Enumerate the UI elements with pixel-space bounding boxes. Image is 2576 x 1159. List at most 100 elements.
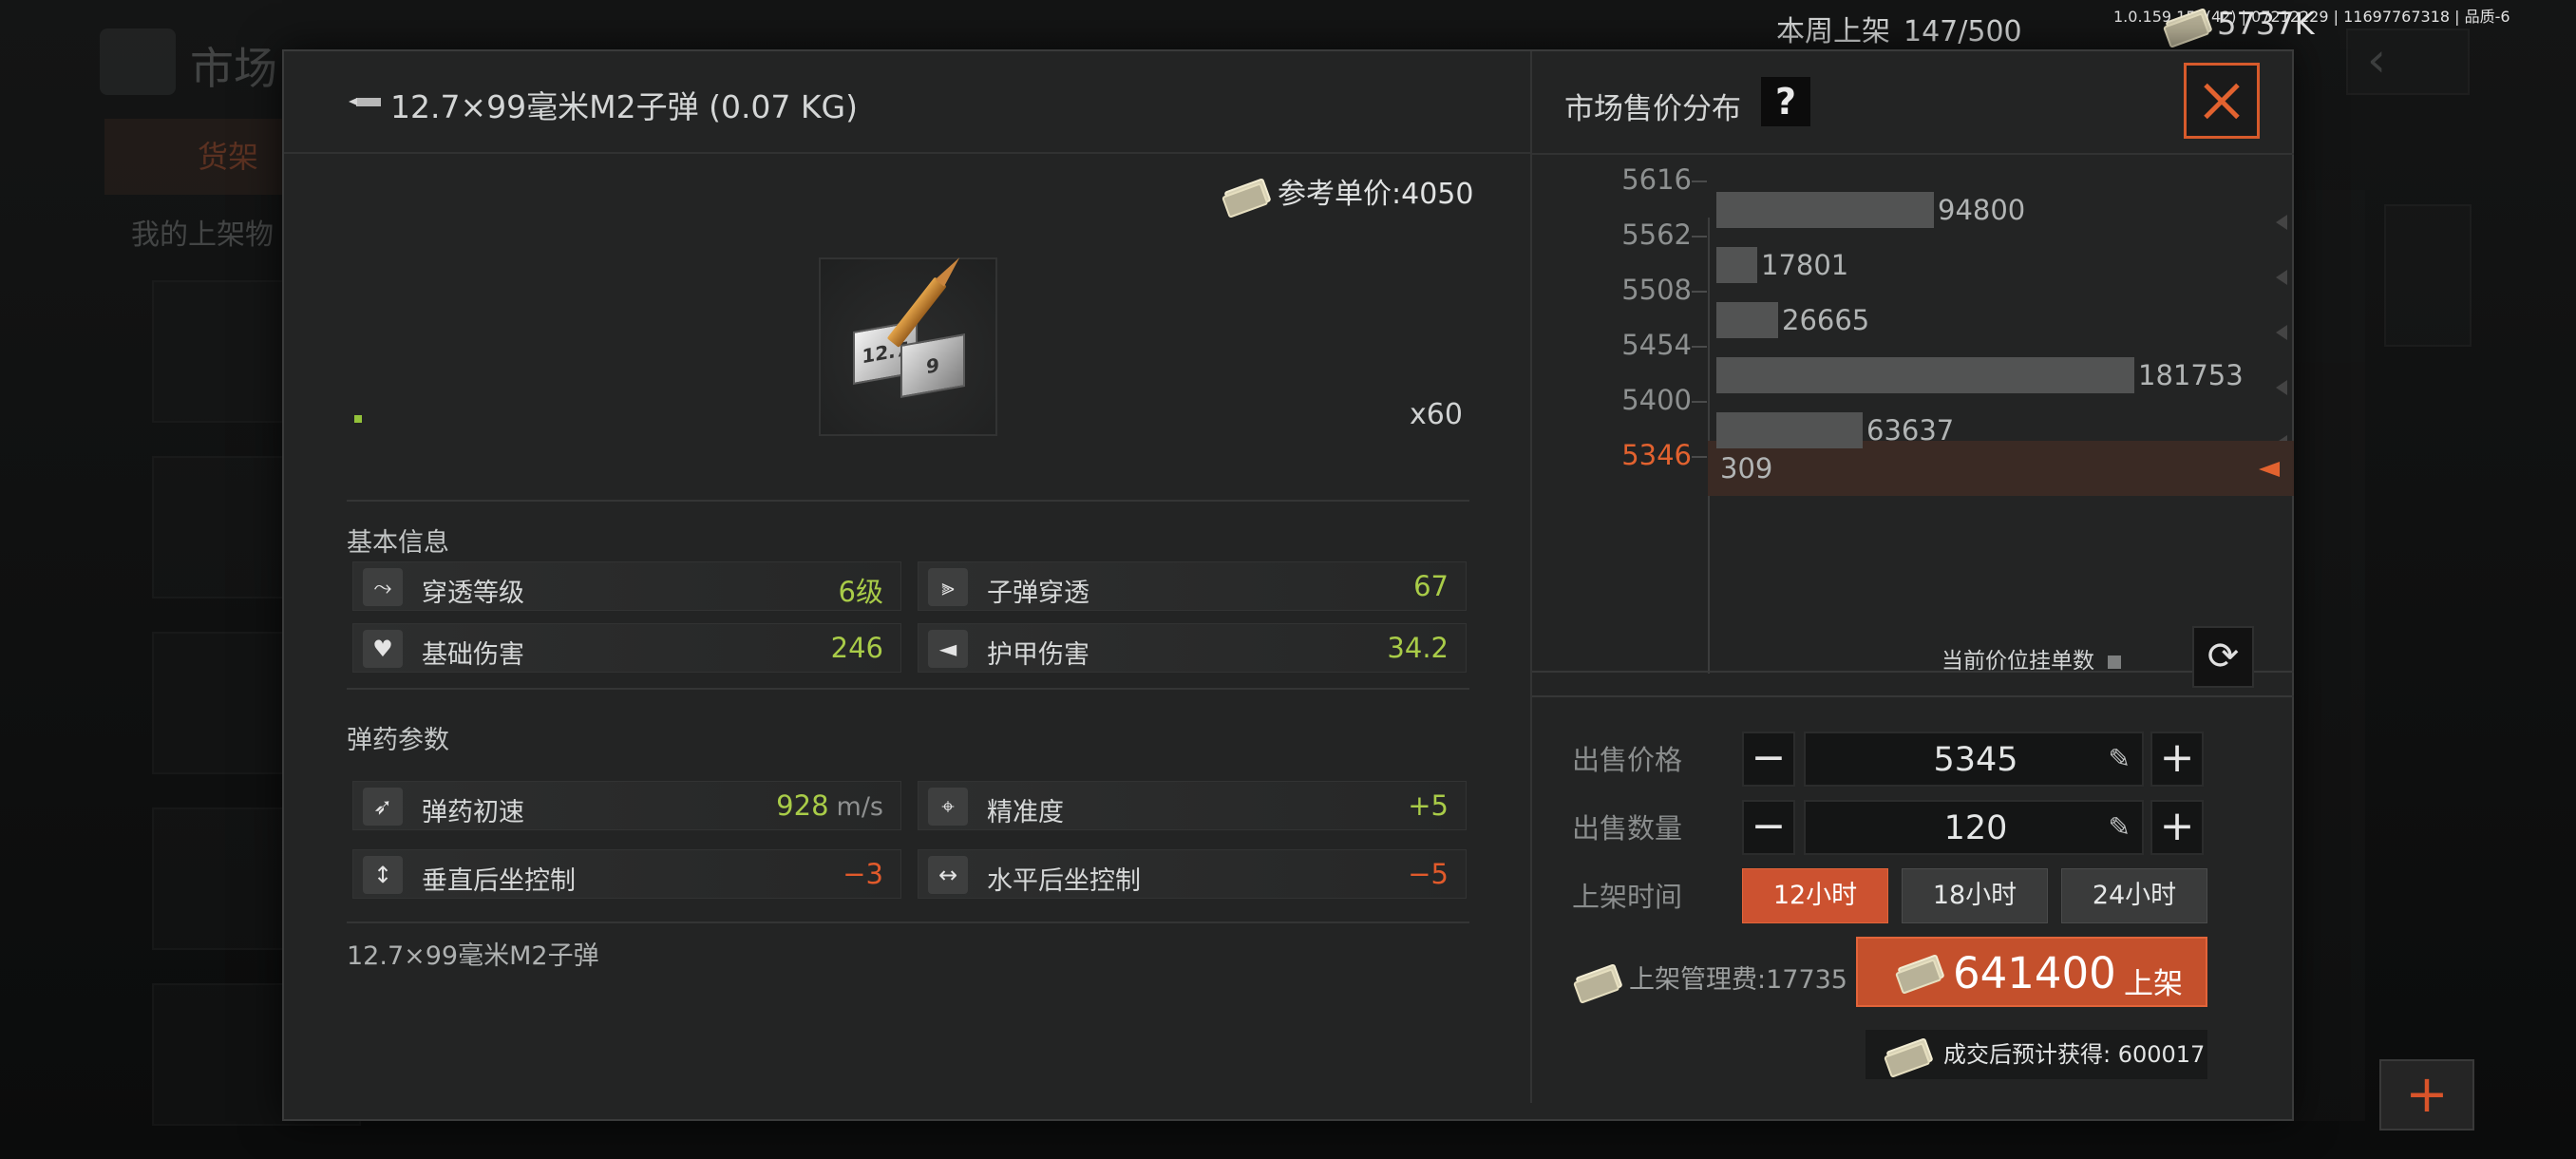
my-listings-label: 我的上架物 <box>131 218 274 252</box>
item-image: 12.7 9 <box>819 254 997 436</box>
item-title-bar: 12.7×99毫米M2子弹 (0.07 KG) <box>284 51 1530 154</box>
money-icon <box>1220 176 1269 214</box>
bar-count-label: 309 <box>1720 452 1773 484</box>
stat-value: −3 <box>843 858 883 890</box>
quantity-decrease-button[interactable]: − <box>1742 800 1795 855</box>
listing-duration-label: 上架时间 <box>1572 881 1683 913</box>
stat-value: −5 <box>1408 858 1449 890</box>
duration-18h-button[interactable]: 18小时 <box>1902 868 2048 923</box>
help-button[interactable]: ? <box>1761 77 1810 126</box>
horizontal-recoil-icon: ↔ <box>928 856 968 894</box>
price-tick-label: 5454 <box>1621 329 1692 361</box>
weekly-listing-value: 147/500 <box>1904 15 2022 48</box>
sell-price-value: 5345 <box>1933 741 2018 779</box>
price-distribution-chart: 5616 5562 5508 5454 5400 5346 94800 17801 26665 1… <box>1532 163 2294 674</box>
ammo-params-label: 弹药参数 <box>347 726 449 755</box>
price-bar <box>1716 302 1778 338</box>
stat-label: 护甲伤害 <box>987 640 1089 670</box>
market-screen: 市场 货架 我的上架物 ‹ + 本周上架 147/500 1.0.159.150(… <box>0 0 2576 1159</box>
tier-marker-icon <box>2259 462 2280 477</box>
stat-bullet-penetration: ⫸ 子弹穿透 67 <box>918 561 1467 611</box>
bar-count-label: 63637 <box>1866 414 1955 446</box>
price-tick-label: 5562 <box>1621 218 1692 251</box>
basic-info-label: 基本信息 <box>347 528 449 558</box>
market-price-distribution-title: 市场售价分布 <box>1564 92 1741 126</box>
bullet-icon <box>886 250 968 348</box>
divider <box>1532 671 2294 673</box>
add-listing-button[interactable]: + <box>2379 1059 2474 1130</box>
price-decrease-button[interactable]: − <box>1742 732 1795 787</box>
price-bar <box>1716 412 1863 448</box>
divider <box>1532 153 2294 155</box>
currency-amount: 5737K <box>2217 6 2315 42</box>
bar-count-label: 26665 <box>1782 304 1870 336</box>
price-tier[interactable]: 5508 <box>1532 274 2294 340</box>
close-button[interactable] <box>2184 63 2260 139</box>
listing-fee-text: 上架管理费:17735 <box>1629 965 1847 995</box>
stat-value: 67 <box>1413 570 1449 602</box>
duration-24h-button[interactable]: 24小时 <box>2061 868 2207 923</box>
current-listing-count-label: 当前价位挂单数 <box>1941 642 2121 674</box>
weekly-listing-label: 本周上架 <box>1776 15 1890 48</box>
ammo-box-icon: 9 <box>900 333 965 398</box>
list-total-amount: 641400 <box>1953 948 2116 998</box>
penetration-level-icon: ⤳ <box>363 568 403 606</box>
vertical-recoil-icon: ↕ <box>363 856 403 894</box>
stat-value: 6级 <box>838 576 883 608</box>
sell-quantity-label: 出售数量 <box>1572 812 1683 845</box>
item-count: x60 <box>1410 398 1463 431</box>
stat-label: 水平后坐控制 <box>987 866 1141 896</box>
quantity-increase-button[interactable]: + <box>2150 800 2204 855</box>
stat-base-damage: ♥ 基础伤害 246 <box>352 623 901 673</box>
listing-fee: 上架管理费:17735 <box>1574 959 1847 996</box>
price-increase-button[interactable]: + <box>2150 732 2204 787</box>
list-item-button[interactable]: 641400 上架 <box>1856 937 2207 1007</box>
muzzle-velocity-icon: ➶ <box>363 788 403 826</box>
stat-label: 弹药初速 <box>422 798 524 827</box>
stat-penetration-level: ⤳ 穿透等级 6级 <box>352 561 901 611</box>
stat-muzzle-velocity: ➶ 弹药初速 928 m/s <box>352 781 901 830</box>
axis-tick <box>1692 456 1707 458</box>
stat-value: 246 <box>830 632 883 664</box>
reference-price: 参考单价:4050 <box>1222 170 1473 212</box>
stat-value-number: 928 <box>776 789 829 822</box>
bar-count-label: 94800 <box>1938 194 2026 226</box>
stat-unit: m/s <box>836 792 883 822</box>
axis-tick <box>1692 291 1707 293</box>
bullet-penetration-icon: ⫸ <box>928 568 968 606</box>
sell-price-label: 出售价格 <box>1572 744 1683 776</box>
edit-pencil-icon: ✎ <box>2108 743 2131 774</box>
stat-label: 子弹穿透 <box>987 579 1089 608</box>
sell-price-input[interactable]: 5345 ✎ <box>1804 732 2144 787</box>
price-bar <box>1716 247 1757 283</box>
broken-heart-icon: ♥ <box>363 630 403 668</box>
edit-pencil-icon: ✎ <box>2108 811 2131 843</box>
price-tick-label: 5400 <box>1621 384 1692 416</box>
stat-label: 基础伤害 <box>422 640 524 670</box>
price-tier[interactable]: 5562 <box>1532 218 2294 285</box>
duration-12h-button[interactable]: 12小时 <box>1742 868 1888 923</box>
bar-count-label: 181753 <box>2138 359 2244 391</box>
market-title: 市场 <box>190 43 277 94</box>
stat-label: 精准度 <box>987 798 1064 827</box>
stat-armor-damage: ◄ 护甲伤害 34.2 <box>918 623 1467 673</box>
stat-value: 928 m/s <box>776 789 883 822</box>
price-tier-current[interactable]: 5346 <box>1621 439 2294 496</box>
sell-quantity-input[interactable]: 120 ✎ <box>1804 800 2144 855</box>
axis-tick <box>1692 236 1707 238</box>
legend-square-icon <box>2108 655 2121 669</box>
bar-count-label: 17801 <box>1761 249 1849 281</box>
currency-balance: 5737K <box>2164 6 2315 42</box>
back-button[interactable]: ‹ <box>2346 28 2470 95</box>
axis-tick <box>1692 401 1707 403</box>
money-icon <box>1571 961 1620 999</box>
stat-vertical-recoil: ↕ 垂直后坐控制 −3 <box>352 849 901 899</box>
market-logo-icon <box>100 28 176 95</box>
stat-horizontal-recoil: ↔ 水平后坐控制 −5 <box>918 849 1467 899</box>
item-title: 12.7×99毫米M2子弹 (0.07 KG) <box>390 88 859 125</box>
divider <box>347 922 1469 923</box>
stack-icon[interactable] <box>2384 204 2472 347</box>
quality-indicator <box>354 415 362 423</box>
axis-tick <box>1692 180 1707 182</box>
refresh-button[interactable]: ⟳ <box>2192 626 2254 688</box>
